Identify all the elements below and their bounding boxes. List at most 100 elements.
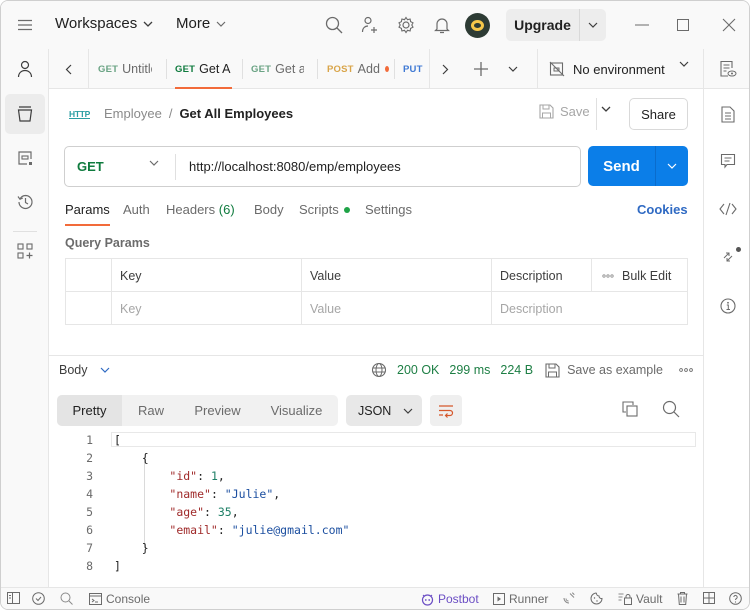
tab-auth[interactable]: Auth	[123, 202, 150, 217]
postbot-button[interactable]: Postbot	[421, 592, 479, 606]
share-button[interactable]: Share	[629, 98, 688, 130]
tab-method: POST	[327, 63, 354, 75]
breadcrumb-parent[interactable]: Employee	[104, 106, 162, 121]
globe-icon[interactable]	[371, 362, 387, 378]
trash-button[interactable]	[677, 592, 688, 605]
scripts-active-dot	[343, 206, 350, 213]
line-number: 7	[86, 541, 93, 555]
view-tab-visualize[interactable]: Visualize	[255, 395, 338, 426]
capture-button[interactable]	[562, 592, 576, 605]
tab-scripts-label: Scripts	[299, 202, 339, 217]
close-icon[interactable]	[719, 15, 739, 35]
upgrade-dropdown-icon[interactable]	[580, 22, 606, 28]
more-menu[interactable]: More	[176, 15, 226, 32]
tab-scripts[interactable]: Scripts	[299, 202, 350, 217]
sidebar-item-collections[interactable]	[5, 94, 45, 134]
status-code[interactable]: 200 OK	[397, 363, 439, 377]
active-line-highlight	[111, 432, 696, 447]
bulk-edit-button[interactable]: Bulk Edit	[591, 259, 687, 292]
documentation-button[interactable]	[716, 102, 740, 126]
search-icon[interactable]	[323, 14, 345, 36]
tab-body[interactable]: Body	[254, 202, 284, 217]
wrap-lines-button[interactable]	[430, 395, 462, 426]
toggle-sidebar-button[interactable]	[7, 592, 20, 604]
console-button[interactable]: Console	[89, 592, 150, 606]
info-icon	[720, 298, 736, 314]
code-snippet-button[interactable]	[716, 197, 740, 221]
value-input[interactable]: Value	[301, 292, 491, 325]
line-number: 6	[86, 523, 93, 537]
help-button[interactable]	[729, 592, 742, 605]
tab-headers[interactable]: Headers (6)	[166, 202, 235, 217]
info-button[interactable]	[716, 294, 740, 318]
send-button[interactable]: Send	[588, 146, 688, 186]
view-tab-preview[interactable]: Preview	[180, 395, 255, 426]
send-dropdown-icon[interactable]	[656, 163, 688, 169]
tab-put[interactable]: PUT	[403, 49, 427, 89]
tab-add[interactable]: POST Add	[327, 49, 389, 89]
tab-untitled[interactable]: GET Untitle	[98, 49, 152, 89]
tabs-scroll-right-button[interactable]	[429, 49, 461, 89]
save-as-example-button[interactable]: Save as example	[545, 362, 663, 378]
minimize-icon[interactable]	[632, 15, 652, 35]
user-icon	[17, 60, 33, 78]
tab-params[interactable]: Params	[65, 202, 110, 226]
chevron-down-icon	[216, 21, 226, 27]
view-tab-pretty[interactable]: Pretty	[57, 395, 122, 426]
tab-get-all[interactable]: GET Get al	[251, 49, 304, 89]
response-size[interactable]: 224 B	[500, 363, 533, 377]
response-time[interactable]: 299 ms	[449, 363, 490, 377]
runner-button[interactable]: Runner	[493, 592, 548, 606]
right-sidebar-header	[704, 49, 749, 89]
layout-button[interactable]	[703, 592, 715, 604]
comments-button[interactable]	[716, 149, 740, 173]
json-value: 1	[210, 469, 218, 483]
vault-button[interactable]: Vault	[618, 592, 662, 606]
search-icon[interactable]	[662, 400, 680, 418]
more-options-icon	[602, 273, 614, 278]
gear-icon[interactable]	[395, 14, 417, 36]
invite-user-icon[interactable]	[359, 14, 381, 36]
workspaces-menu[interactable]: Workspaces	[55, 15, 153, 32]
cookies-button[interactable]	[590, 592, 603, 605]
response-divider[interactable]	[49, 355, 703, 356]
view-tab-raw[interactable]: Raw	[122, 395, 180, 426]
save-button[interactable]: Save	[539, 104, 590, 119]
maximize-icon[interactable]	[673, 15, 693, 35]
request-name[interactable]: Get All Employees	[179, 106, 293, 121]
url-input[interactable]: http://localhost:8080/emp/employees	[176, 159, 401, 174]
request-url-bar: GET http://localhost:8080/emp/employees	[64, 146, 581, 187]
tab-method: GET	[98, 63, 119, 75]
hamburger-menu-icon[interactable]	[15, 15, 35, 35]
sidebar-item-user[interactable]	[5, 49, 45, 89]
sidebar-item-environments[interactable]	[5, 138, 45, 178]
upgrade-button[interactable]: Upgrade	[506, 9, 606, 41]
online-status-button[interactable]	[32, 592, 45, 605]
response-body-selector[interactable]: Body	[59, 363, 110, 377]
method-select[interactable]: GET	[65, 147, 175, 186]
description-input[interactable]: Description	[491, 292, 687, 325]
sidebar-item-add-apps[interactable]	[5, 231, 45, 271]
key-input[interactable]: Key	[111, 292, 301, 325]
check-circle-icon	[32, 592, 45, 605]
more-options-icon[interactable]	[679, 368, 693, 372]
environment-selector[interactable]: No environment	[537, 49, 703, 89]
format-select[interactable]: JSON	[346, 395, 422, 426]
copy-icon[interactable]	[622, 401, 638, 417]
save-dropdown-icon[interactable]	[601, 106, 611, 112]
tab-headers-label: Headers	[166, 202, 216, 217]
find-button[interactable]	[60, 592, 73, 605]
tab-get-all-employees[interactable]: GET Get A	[175, 49, 232, 89]
user-avatar[interactable]	[465, 13, 490, 38]
environment-quick-look-button[interactable]	[716, 57, 740, 81]
tabs-scroll-left-button[interactable]	[49, 49, 89, 89]
postbot-label: Postbot	[438, 592, 479, 606]
cookies-link[interactable]: Cookies	[637, 202, 688, 217]
sidebar-item-history[interactable]	[5, 182, 45, 222]
tab-settings[interactable]: Settings	[365, 202, 412, 217]
tabs-overflow-dropdown[interactable]	[501, 49, 525, 89]
new-tab-button[interactable]	[467, 49, 495, 89]
response-code-viewer[interactable]: 1 [2 {3 "id": 1, 4 "name": "Julie", 5 "age"…	[49, 431, 703, 576]
code-line: [	[114, 433, 121, 447]
bell-icon[interactable]	[431, 14, 453, 36]
